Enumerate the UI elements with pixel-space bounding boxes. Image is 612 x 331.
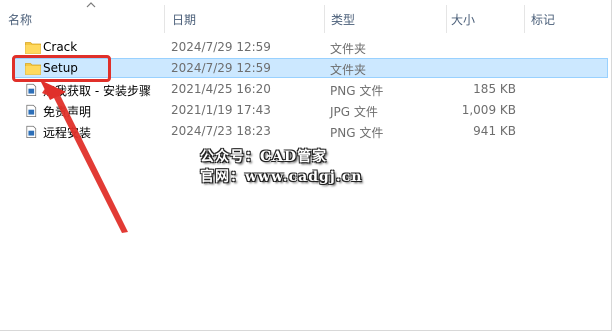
watermark-line-2: 官网：www.cadgj.cn xyxy=(200,169,363,185)
watermark-line-1: 公众号：CAD管家 xyxy=(200,149,328,165)
